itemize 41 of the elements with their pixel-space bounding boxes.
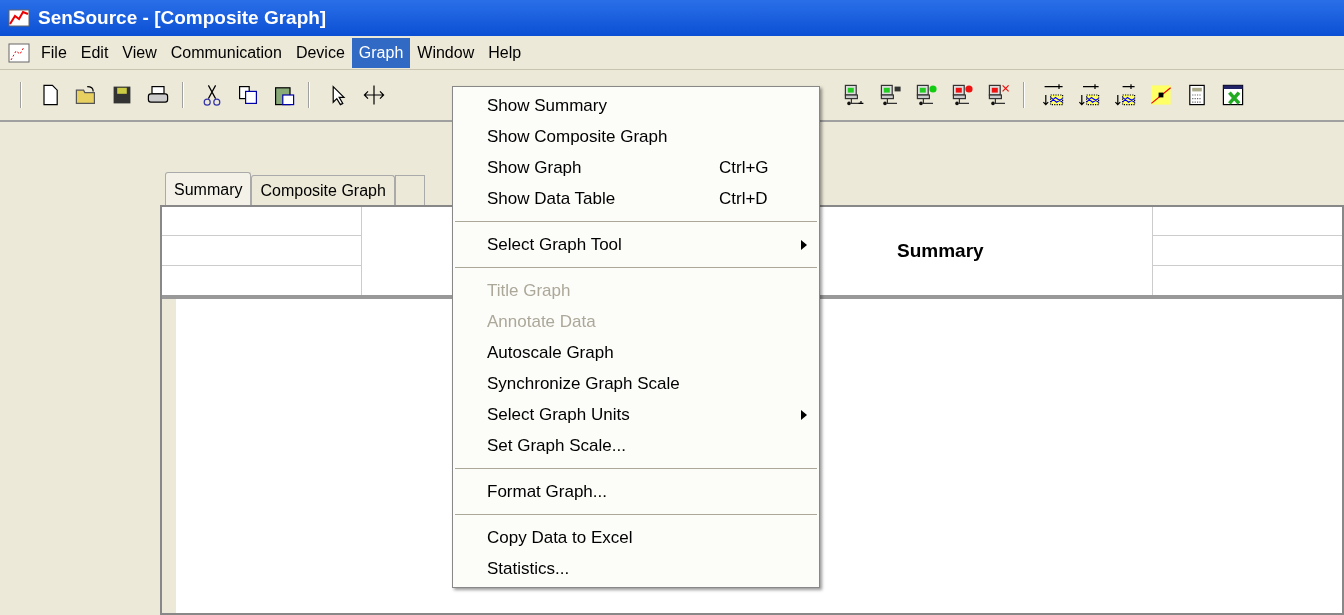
menu-item[interactable]: Device [288, 37, 352, 68]
horizontal-arrows-icon[interactable] [362, 83, 386, 107]
menu-option[interactable]: Synchronize Graph Scale [453, 368, 819, 399]
menu-option[interactable]: Show Composite Graph [453, 121, 819, 152]
chart-scale-icon[interactable] [1077, 83, 1101, 107]
menu-option[interactable]: Statistics... [453, 553, 819, 584]
chart-scale-icon[interactable] [1041, 83, 1065, 107]
menu-option[interactable]: Show Graph Ctrl+G [453, 152, 819, 183]
computer-message-icon[interactable] [879, 83, 903, 107]
copy-icon[interactable] [236, 83, 260, 107]
computer-cross-icon[interactable] [987, 83, 1011, 107]
menu-option[interactable]: Set Graph Scale... [453, 430, 819, 461]
computer-offline-icon[interactable] [951, 83, 975, 107]
menu-option[interactable]: Copy Data to Excel [453, 522, 819, 553]
menu-option[interactable]: Show Data Table Ctrl+D [453, 183, 819, 214]
shortcut-label: Ctrl+D [719, 187, 769, 210]
menu-option[interactable]: Autoscale Graph [453, 337, 819, 368]
submenu-arrow-icon [801, 239, 807, 250]
window-title: SenSource - [Composite Graph] [38, 5, 327, 30]
menu-option[interactable]: Select Graph Tool [453, 229, 819, 260]
open-folder-icon[interactable] [74, 83, 98, 107]
menu-option[interactable]: Show Summary [453, 90, 819, 121]
menu-option[interactable]: Select Graph Units [453, 399, 819, 430]
chart-scale-icon[interactable] [1113, 83, 1137, 107]
menu-item[interactable]: Window [410, 37, 482, 68]
menu-item[interactable]: Help [481, 37, 529, 68]
menu-item[interactable]: File [34, 37, 74, 68]
shortcut-label: Ctrl+G [719, 156, 770, 179]
tab[interactable]: Summary [165, 172, 252, 205]
menu-item[interactable]: Edit [73, 37, 116, 68]
summary-heading: Summary [897, 238, 984, 263]
spreadsheet-icon[interactable] [1221, 83, 1245, 107]
menu-option[interactable]: Format Graph... [453, 476, 819, 507]
menu-item[interactable]: View [115, 37, 164, 68]
submenu-arrow-icon [801, 409, 807, 420]
menu-item[interactable]: Communication [163, 37, 289, 68]
tab[interactable]: Composite Graph [251, 175, 395, 205]
computer-online-icon[interactable] [915, 83, 939, 107]
menu-item[interactable]: Graph [351, 37, 411, 68]
document-chart-icon[interactable] [8, 42, 30, 63]
app-chart-icon [8, 9, 30, 27]
